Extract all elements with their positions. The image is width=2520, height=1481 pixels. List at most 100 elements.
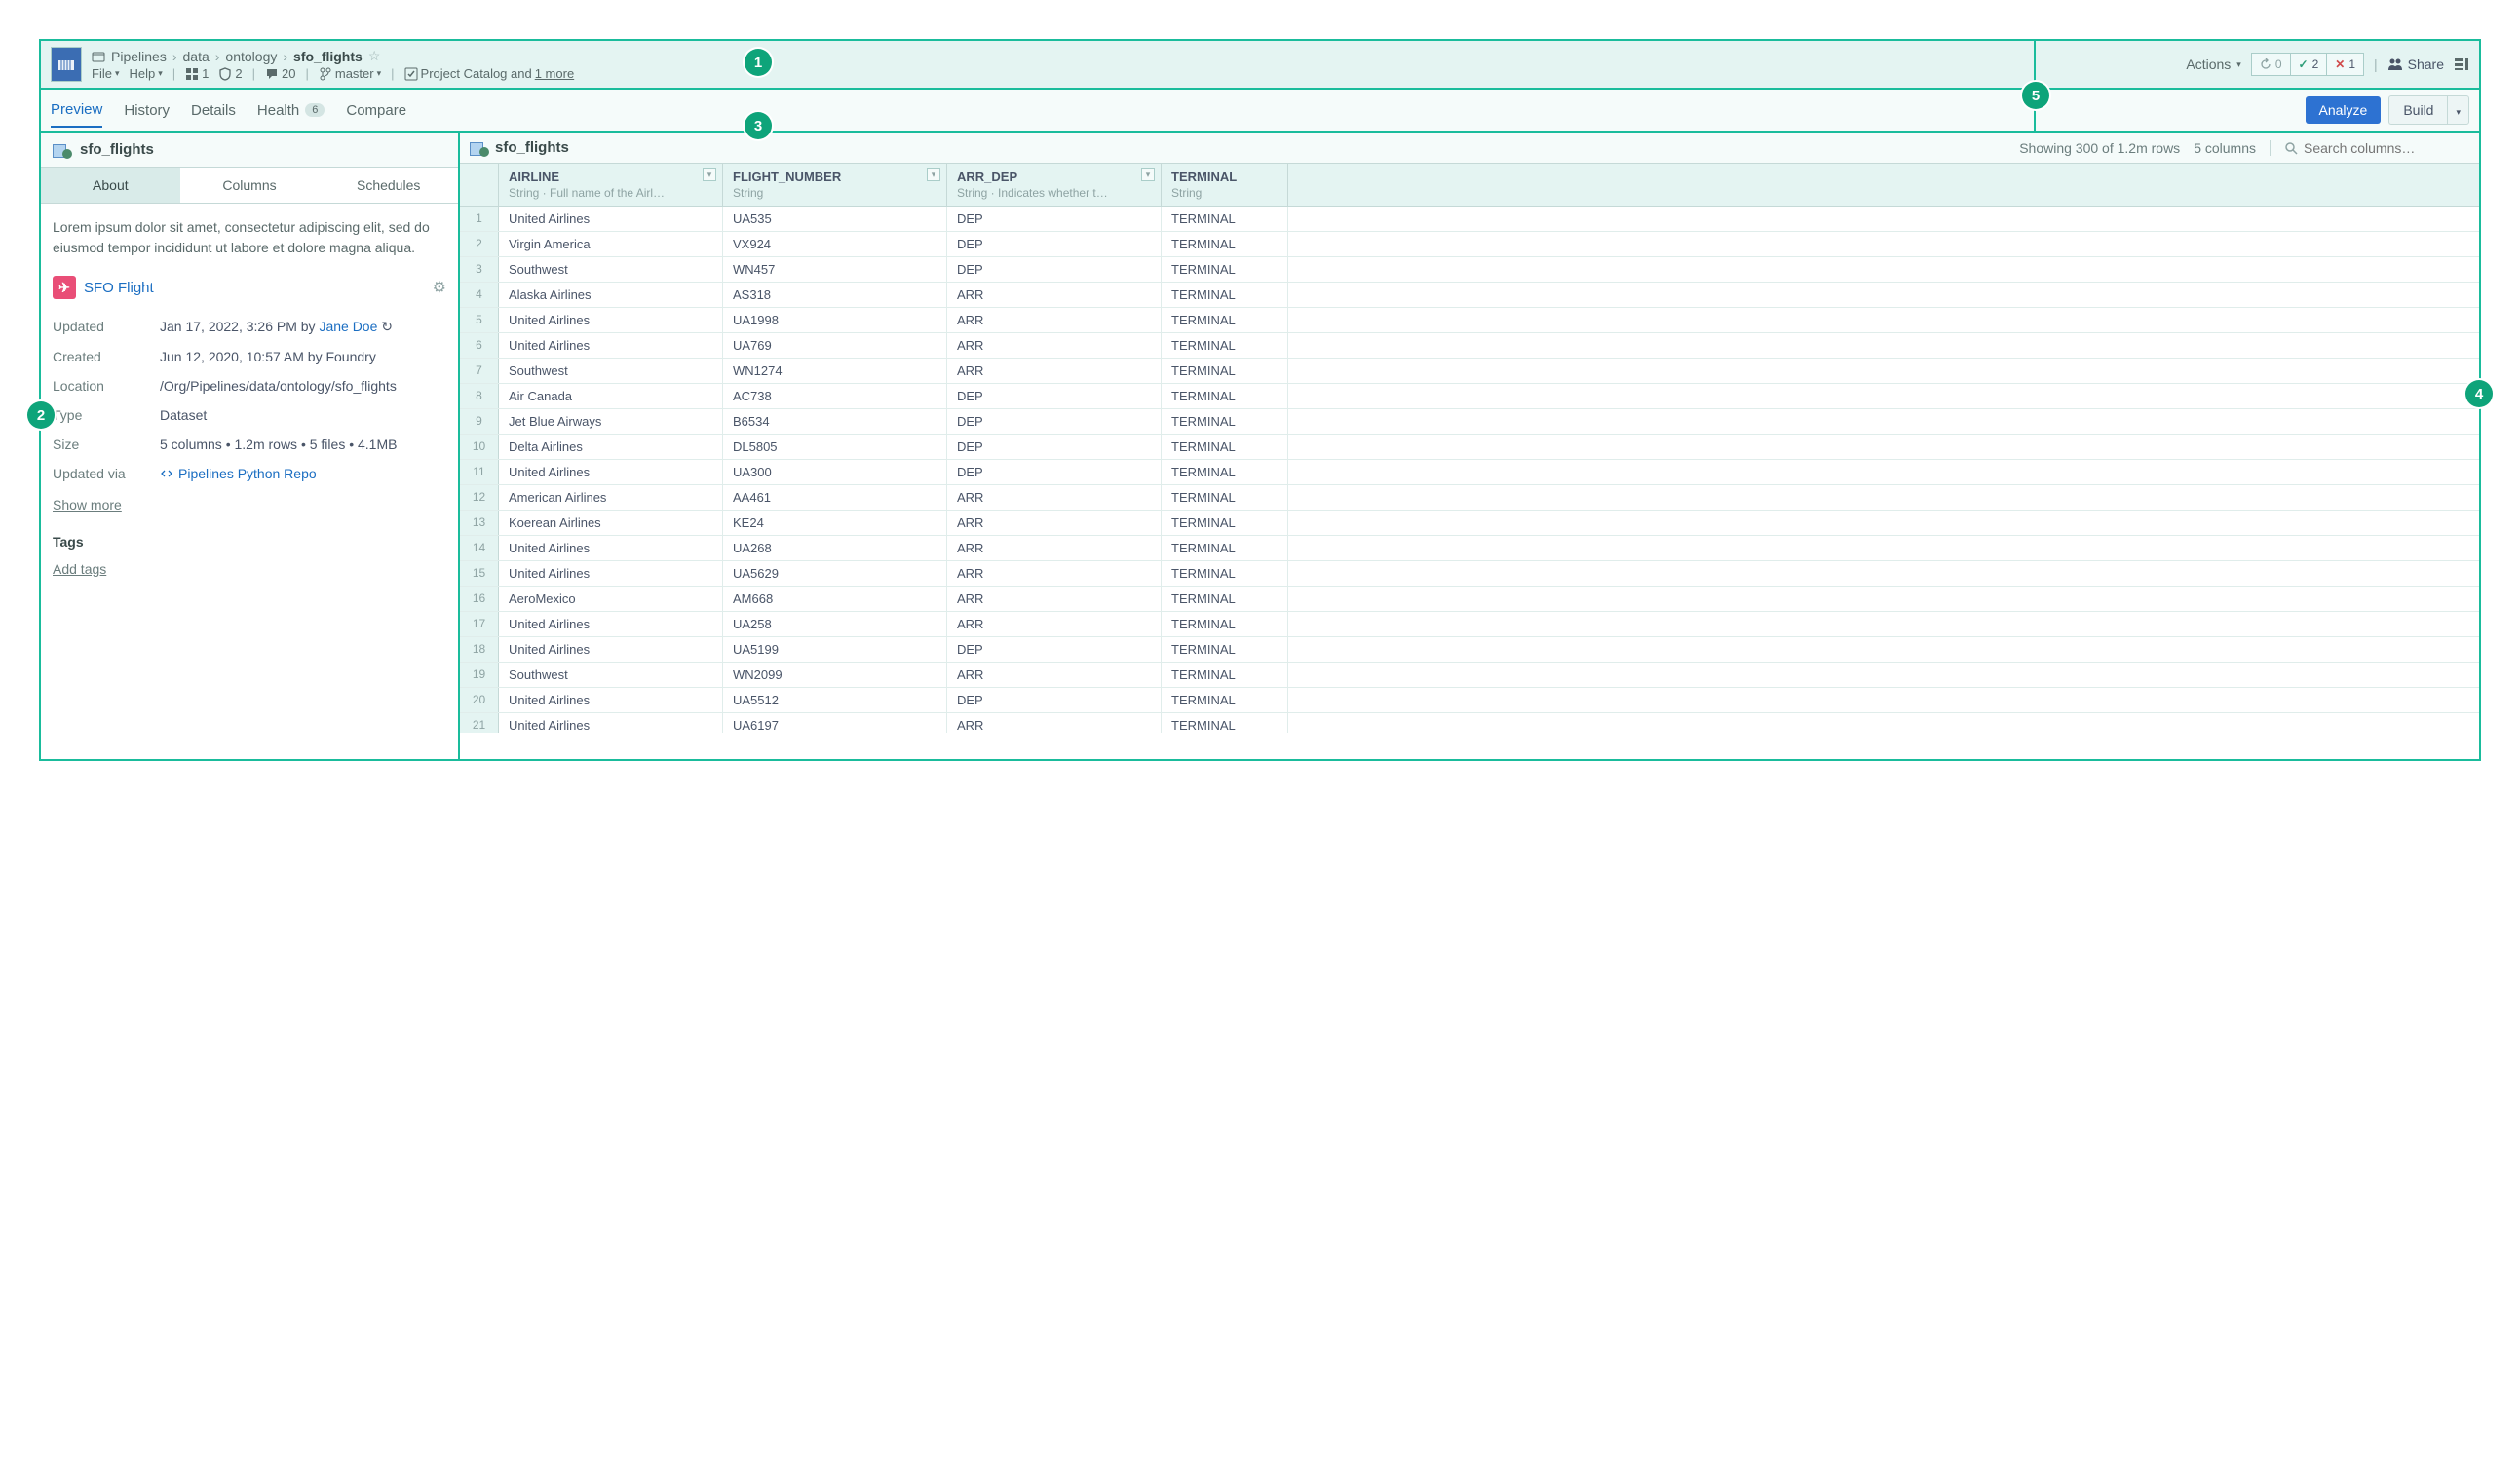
column-header-arr-dep[interactable]: ARR_DEP String · Indicates whether t… ▾ <box>947 164 1162 206</box>
table-row[interactable]: 18United AirlinesUA5199DEPTERMINAL <box>460 637 2479 663</box>
analyze-button[interactable]: Analyze <box>2306 96 2382 124</box>
sidebar-tab-schedules[interactable]: Schedules <box>319 168 458 203</box>
repo-link[interactable]: Pipelines Python Repo <box>160 466 317 481</box>
cell-airline: United Airlines <box>499 612 723 636</box>
cell-flight: WN1274 <box>723 359 947 383</box>
table-row[interactable]: 4Alaska AirlinesAS318ARRTERMINAL <box>460 283 2479 308</box>
tab-compare[interactable]: Compare <box>346 102 406 127</box>
cell-flight: WN457 <box>723 257 947 282</box>
caret-down-icon: ▾ <box>158 68 163 79</box>
catalog-link[interactable]: Project Catalog and 1 more <box>404 66 575 81</box>
panel-icon[interactable] <box>2454 57 2469 72</box>
breadcrumb-item[interactable]: ontology <box>225 49 277 64</box>
help-menu[interactable]: Help ▾ <box>129 66 162 81</box>
table-row[interactable]: 7SouthwestWN1274ARRTERMINAL <box>460 359 2479 384</box>
file-menu[interactable]: File ▾ <box>92 66 119 81</box>
table-row[interactable]: 19SouthwestWN2099ARRTERMINAL <box>460 663 2479 688</box>
cell-airline: United Airlines <box>499 460 723 484</box>
breadcrumb-item[interactable]: data <box>183 49 210 64</box>
stat-datasets[interactable]: 1 <box>185 66 209 81</box>
column-toggle-icon[interactable]: ▾ <box>927 168 940 181</box>
table-row[interactable]: 6United AirlinesUA769ARRTERMINAL <box>460 333 2479 359</box>
meta-updated-via: Updated via Pipelines Python Repo <box>53 466 446 483</box>
code-icon <box>160 467 173 480</box>
table-row[interactable]: 12American AirlinesAA461ARRTERMINAL <box>460 485 2479 511</box>
actions-dropdown[interactable]: Actions ▾ <box>2186 57 2240 72</box>
row-number: 14 <box>460 536 499 560</box>
table-row[interactable]: 13Koerean AirlinesKE24ARRTERMINAL <box>460 511 2479 536</box>
tab-health[interactable]: Health6 <box>257 102 325 127</box>
add-tags[interactable]: Add tags <box>53 561 446 577</box>
table-row[interactable]: 17United AirlinesUA258ARRTERMINAL <box>460 612 2479 637</box>
table-row[interactable]: 10Delta AirlinesDL5805DEPTERMINAL <box>460 435 2479 460</box>
table-row[interactable]: 14United AirlinesUA268ARRTERMINAL <box>460 536 2479 561</box>
stat-branches[interactable]: 2 <box>218 66 242 81</box>
data-rows[interactable]: 1United AirlinesUA535DEPTERMINAL2Virgin … <box>460 207 2479 733</box>
cell-terminal: TERMINAL <box>1162 587 1288 611</box>
cell-arrdep: ARR <box>947 663 1162 687</box>
rownum-header <box>460 164 499 206</box>
search-input[interactable] <box>2304 140 2469 156</box>
cell-flight: UA769 <box>723 333 947 358</box>
table-row[interactable]: 3SouthwestWN457DEPTERMINAL <box>460 257 2479 283</box>
app-logo[interactable] <box>51 47 82 82</box>
row-number: 21 <box>460 713 499 733</box>
breadcrumb-item[interactable]: Pipelines <box>111 49 167 64</box>
meta-type: Type Dataset <box>53 407 446 423</box>
status-checks[interactable]: ✓2 <box>2291 54 2328 75</box>
column-search[interactable] <box>2270 140 2469 156</box>
tab-preview[interactable]: Preview <box>51 101 102 128</box>
column-toggle-icon[interactable]: ▾ <box>703 168 716 181</box>
cell-airline: Southwest <box>499 359 723 383</box>
meta-size: Size 5 columns • 1.2m rows • 5 files • 4… <box>53 437 446 452</box>
row-number: 6 <box>460 333 499 358</box>
entity-link[interactable]: ✈ SFO Flight ⚙ <box>53 276 446 299</box>
cell-flight: KE24 <box>723 511 947 535</box>
dataset-icon <box>470 140 489 156</box>
check-icon: ✓ <box>2299 57 2309 71</box>
cell-flight: UA535 <box>723 207 947 231</box>
user-link[interactable]: Jane Doe <box>319 319 377 334</box>
tab-details[interactable]: Details <box>191 102 236 127</box>
check-icon <box>404 67 418 81</box>
table-row[interactable]: 8Air CanadaAC738DEPTERMINAL <box>460 384 2479 409</box>
table-row[interactable]: 5United AirlinesUA1998ARRTERMINAL <box>460 308 2479 333</box>
table-row[interactable]: 9Jet Blue AirwaysB6534DEPTERMINAL <box>460 409 2479 435</box>
gear-icon[interactable]: ⚙ <box>433 278 446 297</box>
column-header-flight-number[interactable]: FLIGHT_NUMBER String ▾ <box>723 164 947 206</box>
build-button[interactable]: Build <box>2388 95 2447 125</box>
show-more[interactable]: Show more <box>53 497 446 513</box>
table-row[interactable]: 1United AirlinesUA535DEPTERMINAL <box>460 207 2479 232</box>
tab-history[interactable]: History <box>124 102 170 127</box>
cell-terminal: TERMINAL <box>1162 511 1288 535</box>
status-refresh[interactable]: 0 <box>2252 54 2291 75</box>
history-icon[interactable]: ↻ <box>381 319 393 334</box>
row-number: 1 <box>460 207 499 231</box>
table-row[interactable]: 20United AirlinesUA5512DEPTERMINAL <box>460 688 2479 713</box>
cell-arrdep: DEP <box>947 435 1162 459</box>
branch-selector[interactable]: master ▾ <box>319 66 381 81</box>
breadcrumb-current: sfo_flights <box>293 49 363 64</box>
cell-arrdep: DEP <box>947 232 1162 256</box>
column-count-info: 5 columns <box>2194 140 2256 156</box>
table-row[interactable]: 16AeroMexicoAM668ARRTERMINAL <box>460 587 2479 612</box>
status-errors[interactable]: ✕1 <box>2327 54 2363 75</box>
table-row[interactable]: 21United AirlinesUA6197ARRTERMINAL <box>460 713 2479 733</box>
sidebar-tab-columns[interactable]: Columns <box>180 168 320 203</box>
column-toggle-icon[interactable]: ▾ <box>1141 168 1155 181</box>
table-row[interactable]: 11United AirlinesUA300DEPTERMINAL <box>460 460 2479 485</box>
build-dropdown[interactable]: ▾ <box>2447 95 2469 125</box>
cell-arrdep: DEP <box>947 207 1162 231</box>
table-row[interactable]: 15United AirlinesUA5629ARRTERMINAL <box>460 561 2479 587</box>
callout-2: 2 <box>27 401 55 429</box>
cell-airline: United Airlines <box>499 561 723 586</box>
table-row[interactable]: 2Virgin AmericaVX924DEPTERMINAL <box>460 232 2479 257</box>
cell-arrdep: DEP <box>947 637 1162 662</box>
share-button[interactable]: Share <box>2387 57 2444 72</box>
column-header-airline[interactable]: AIRLINE String · Full name of the Airl… … <box>499 164 723 206</box>
star-icon[interactable]: ☆ <box>368 48 381 64</box>
sidebar-tab-about[interactable]: About <box>41 168 180 203</box>
tabs-left: Preview History Details Health6 Compare <box>41 90 2036 133</box>
stat-comments[interactable]: 20 <box>265 66 295 81</box>
column-header-terminal[interactable]: TERMINAL String <box>1162 164 1288 206</box>
